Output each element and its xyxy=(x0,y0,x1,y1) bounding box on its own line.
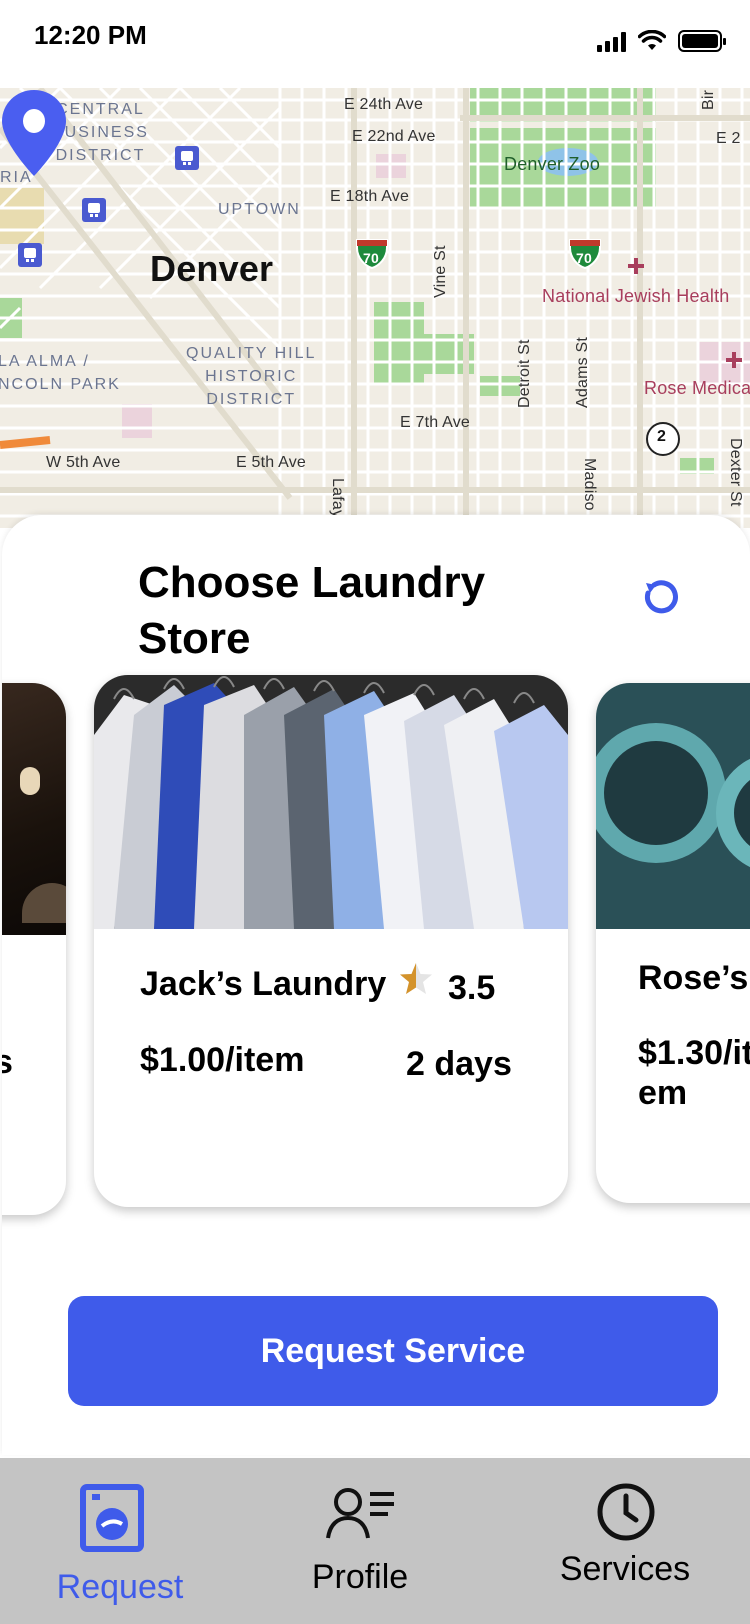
card-price: $1.30/item xyxy=(638,1034,750,1112)
transit-station-icon xyxy=(82,198,106,222)
card-price: s xyxy=(2,1043,13,1081)
location-pin-icon[interactable] xyxy=(0,88,68,178)
wifi-icon xyxy=(638,30,666,50)
transit-station-icon xyxy=(175,146,199,170)
store-photo xyxy=(2,683,66,935)
map-view[interactable]: CENTRAL BUSINESS DISTRICT UPTOWN QUALITY H… xyxy=(0,88,750,528)
map-street-dexter: Dexter St xyxy=(727,438,744,507)
store-card-previous[interactable]: s xyxy=(2,683,66,1215)
clock-icon xyxy=(597,1483,655,1541)
card-rating: 3.5 xyxy=(448,969,496,1007)
store-card-jacks-laundry[interactable]: Jack’s Laundry 3.5 $1.00/item 2 days xyxy=(94,675,568,1207)
lamp-glow xyxy=(20,767,40,795)
hospital-icon xyxy=(628,258,644,274)
card-store-name: Jack’s Laundry xyxy=(140,965,387,1003)
map-poi-national-jewish: National Jewish Health xyxy=(542,286,730,306)
nav-label-request: Request xyxy=(56,1568,184,1606)
request-service-button[interactable]: Request Service xyxy=(68,1296,718,1406)
cellular-signal-icon xyxy=(597,30,626,52)
nav-item-profile[interactable]: Profile xyxy=(288,1458,432,1624)
map-street-adams: Adams St xyxy=(574,337,591,408)
bag-shape xyxy=(22,883,66,923)
store-card-roses[interactable]: Rose’s $1.30/item xyxy=(596,683,750,1203)
card-turnaround: 2 days xyxy=(406,1045,512,1083)
card-store-name: Rose’s xyxy=(638,959,749,997)
interstate-shield-label: 70 xyxy=(576,250,592,266)
status-icons xyxy=(597,30,726,52)
nav-item-request[interactable]: Request xyxy=(38,1458,202,1624)
map-city-label: Denver xyxy=(150,248,274,289)
map-street-e24: E 24th Ave xyxy=(344,96,424,113)
map-district-quality-hill: QUALITY HILL HISTORIC DISTRICT xyxy=(186,345,317,408)
map-street-w5: W 5th Ave xyxy=(46,454,121,471)
card-price: $1.00/item xyxy=(140,1041,305,1079)
transit-station-icon xyxy=(18,243,42,267)
washing-machine-icon xyxy=(80,1484,144,1552)
store-photo-shirts xyxy=(94,675,568,929)
map-poi-zoo: Denver Zoo xyxy=(504,154,601,174)
bottom-nav: Request Profile Services xyxy=(0,1458,750,1624)
map-street-e7: E 7th Ave xyxy=(400,414,471,431)
status-time: 12:20 PM xyxy=(34,20,147,50)
route-shield-label: 2 xyxy=(657,428,667,445)
status-bar: 12:20 PM xyxy=(0,0,750,88)
interstate-shield-label: 70 xyxy=(363,250,379,266)
store-photo-washers xyxy=(596,683,750,929)
map-street-e2: E 2 xyxy=(716,130,741,147)
rating-star-icon xyxy=(400,963,432,994)
sheet-title: Choose Laundry Store xyxy=(138,558,486,663)
map-street-detroit: Detroit St xyxy=(516,339,533,408)
profile-list-icon xyxy=(326,1488,394,1539)
refresh-icon[interactable] xyxy=(638,575,682,619)
map-street-vine: Vine St xyxy=(432,245,449,298)
map-district-uptown: UPTOWN xyxy=(218,201,301,218)
map-street-e18: E 18th Ave xyxy=(330,188,410,205)
hospital-icon xyxy=(726,352,742,368)
map-street-e22: E 22nd Ave xyxy=(352,128,436,145)
map-street-bir: Bir xyxy=(700,89,717,110)
map-street-madison: Madiso xyxy=(581,458,598,511)
nav-label-profile: Profile xyxy=(311,1558,409,1596)
map-street-e5: E 5th Ave xyxy=(236,454,307,471)
nav-item-services[interactable]: Services xyxy=(540,1458,710,1624)
battery-icon xyxy=(678,30,726,52)
nav-label-services: Services xyxy=(559,1550,691,1588)
map-poi-rose-medical: Rose Medica xyxy=(644,378,750,398)
map-district-la-alma: LA ALMA / NCOLN PARK xyxy=(0,353,121,393)
